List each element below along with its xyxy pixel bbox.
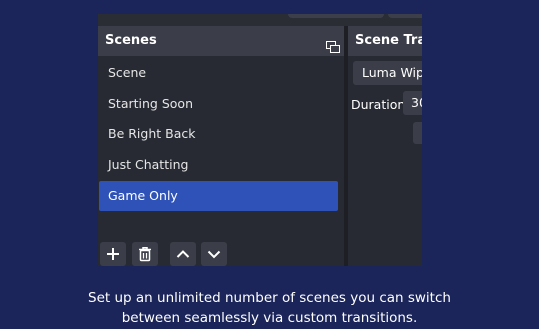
transition-button-glyph: + — [421, 126, 422, 139]
chevron-up-icon — [176, 250, 190, 258]
move-scene-up-button[interactable] — [170, 242, 196, 266]
top-bar — [98, 14, 422, 26]
scenes-dock-title-text: Scenes — [105, 33, 157, 48]
scene-label: Just Chatting — [108, 157, 189, 173]
scene-list-item[interactable]: Be Right Back — [99, 119, 338, 150]
scene-list-item-selected[interactable]: Game Only — [99, 180, 338, 212]
transition-select-value: Luma Wipe — [362, 65, 422, 80]
top-bar-control[interactable] — [288, 14, 384, 18]
duration-value: 30 — [411, 95, 422, 110]
plus-icon — [107, 248, 119, 260]
remove-scene-button[interactable] — [132, 242, 158, 266]
transitions-dock-title: Scene Tran — [348, 26, 422, 56]
scene-list: Scene Starting Soon Be Right Back Just C… — [98, 58, 344, 212]
undock-window-icon[interactable] — [326, 35, 340, 53]
chevron-down-icon — [207, 250, 221, 259]
transitions-dock-title-text: Scene Tran — [355, 33, 422, 48]
duration-input[interactable]: 30 — [403, 91, 422, 115]
trash-icon — [139, 247, 151, 262]
feature-caption: Set up an unlimited number of scenes you… — [0, 288, 539, 328]
transition-select[interactable]: Luma Wipe — [353, 61, 422, 85]
caption-line-2: between seamlessly via custom transition… — [121, 310, 418, 326]
top-bar-control[interactable] — [388, 14, 422, 18]
scene-label: Be Right Back — [108, 126, 196, 142]
add-scene-button[interactable] — [100, 242, 126, 266]
scene-list-item[interactable]: Just Chatting — [99, 150, 338, 181]
scene-list-item[interactable]: Starting Soon — [99, 89, 338, 120]
scene-transitions-dock: Scene Tran Luma Wipe Duration 30 + — [348, 26, 422, 266]
scenes-dock: Scenes Scene Starting Soon Be Right Back… — [98, 26, 344, 266]
scene-label: Starting Soon — [108, 95, 193, 111]
duration-label: Duration — [351, 97, 406, 112]
scenes-dock-title: Scenes — [98, 26, 344, 56]
scene-list-item[interactable]: Scene — [99, 58, 338, 89]
obs-screenshot: Scenes Scene Starting Soon Be Right Back… — [98, 14, 422, 266]
move-scene-down-button[interactable] — [201, 242, 227, 266]
scene-label: Game Only — [108, 187, 178, 203]
scene-label: Scene — [108, 65, 147, 80]
caption-line-1: Set up an unlimited number of scenes you… — [88, 290, 451, 306]
transition-add-button[interactable]: + — [413, 122, 422, 144]
